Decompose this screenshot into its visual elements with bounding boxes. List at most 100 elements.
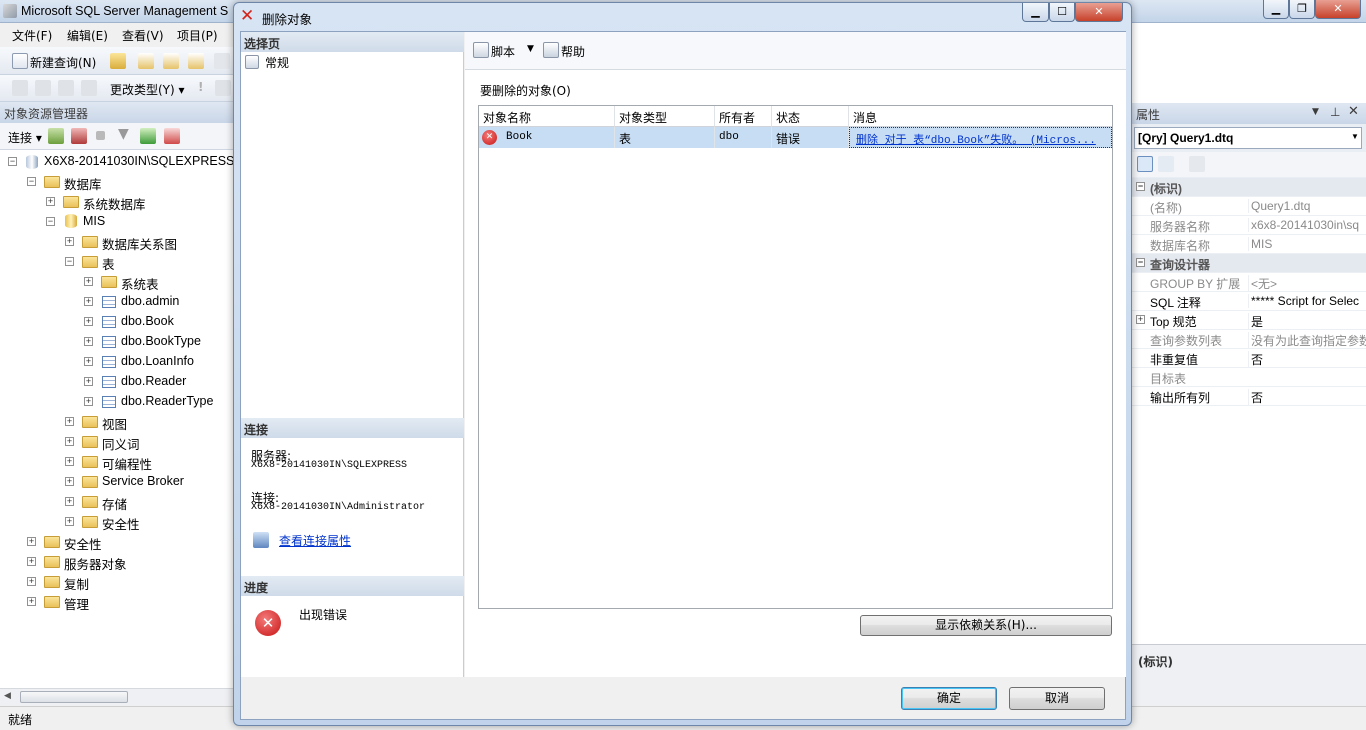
chevron-down-icon[interactable]: ▼	[1351, 132, 1359, 141]
verify-sql-icon[interactable]	[215, 80, 231, 96]
dialog-close-button[interactable]: ✕	[1075, 3, 1123, 22]
expand-icon[interactable]: +	[84, 397, 93, 406]
activity-monitor-icon[interactable]	[164, 128, 180, 144]
help-button[interactable]: 帮助	[561, 43, 585, 60]
expand-icon[interactable]: +	[84, 317, 93, 326]
close-icon[interactable]: ✕	[1348, 104, 1359, 119]
show-grid-icon[interactable]	[35, 80, 51, 96]
db-query-icon[interactable]	[138, 53, 154, 69]
script-button[interactable]: 脚本	[491, 43, 515, 60]
analysis-query-icon[interactable]	[163, 53, 179, 69]
view-connection-properties-link[interactable]: 查看连接属性	[279, 532, 351, 549]
open-file-icon[interactable]	[110, 53, 126, 69]
menu-edit[interactable]: 编辑(E)	[67, 27, 108, 44]
change-type-button[interactable]: 更改类型(Y) ▾	[110, 81, 185, 98]
collapse-icon[interactable]: −	[1136, 258, 1145, 267]
menu-view[interactable]: 查看(V)	[122, 27, 164, 44]
collapse-icon[interactable]: −	[1136, 182, 1145, 191]
property-value[interactable]: ***** Script for Selec	[1248, 294, 1366, 308]
collapse-icon[interactable]: +	[1136, 315, 1145, 324]
stop-icon[interactable]	[96, 131, 105, 140]
property-pages-icon[interactable]	[1189, 156, 1205, 172]
expand-icon[interactable]: +	[27, 557, 36, 566]
column-header-name[interactable]: 对象名称	[479, 106, 615, 127]
refresh-icon[interactable]	[140, 128, 156, 144]
cell-object-name[interactable]: ✕ Book	[479, 127, 615, 148]
property-row[interactable]: 数据库名称 MIS	[1132, 235, 1366, 254]
dialog-minimize-button[interactable]: ▁	[1022, 3, 1049, 22]
collapse-icon[interactable]: −	[65, 257, 74, 266]
script-dropdown-icon[interactable]: ▼	[527, 44, 534, 54]
connect-icon[interactable]	[48, 128, 64, 144]
collapse-icon[interactable]: −	[8, 157, 17, 166]
property-row[interactable]: + Top 规范 是	[1132, 311, 1366, 330]
xmla-query-icon[interactable]	[188, 53, 204, 69]
property-row[interactable]: GROUP BY 扩展 <无>	[1132, 273, 1366, 292]
show-diagram-icon[interactable]	[12, 80, 28, 96]
show-dependencies-button[interactable]: 显示依赖关系(H)...	[860, 615, 1112, 636]
object-explorer-hscrollbar[interactable]: ◀	[0, 688, 236, 706]
property-value[interactable]: 是	[1248, 313, 1366, 330]
scroll-left-icon[interactable]: ◀	[4, 691, 11, 701]
connect-dropdown[interactable]: 连接 ▾	[8, 129, 42, 146]
main-close-button[interactable]: ✕	[1315, 0, 1361, 19]
property-row[interactable]: SQL 注释 ***** Script for Selec	[1132, 292, 1366, 311]
property-row[interactable]: 查询参数列表 没有为此查询指定参数	[1132, 330, 1366, 349]
expand-icon[interactable]: +	[65, 237, 74, 246]
expand-icon[interactable]: +	[27, 577, 36, 586]
show-sql-icon[interactable]	[58, 80, 74, 96]
property-value[interactable]: MIS	[1248, 237, 1366, 251]
ok-button[interactable]: 确定	[901, 687, 997, 710]
filter-icon[interactable]: ▼	[118, 126, 129, 142]
pin-icon[interactable]: ⊥	[1330, 105, 1340, 119]
property-value[interactable]: 否	[1248, 389, 1366, 406]
show-results-icon[interactable]	[81, 80, 97, 96]
expand-icon[interactable]: +	[27, 597, 36, 606]
scroll-thumb[interactable]	[20, 691, 128, 703]
expand-icon[interactable]: +	[84, 297, 93, 306]
expand-icon[interactable]: +	[65, 417, 74, 426]
alphabetical-icon[interactable]	[1158, 156, 1174, 172]
property-row[interactable]: 目标表	[1132, 368, 1366, 387]
cell-message[interactable]: 删除 对于 表“dbo.Book”失败。 (Micros...	[849, 127, 1112, 148]
cancel-button[interactable]: 取消	[1009, 687, 1105, 710]
expand-icon[interactable]: +	[84, 377, 93, 386]
doc-icon[interactable]	[214, 53, 230, 69]
main-restore-button[interactable]: ❐	[1289, 0, 1315, 19]
expand-icon[interactable]: +	[46, 197, 55, 206]
property-category[interactable]: − (标识)	[1132, 178, 1366, 197]
disconnect-icon[interactable]	[71, 128, 87, 144]
expand-icon[interactable]: +	[65, 457, 74, 466]
categorized-icon[interactable]	[1137, 156, 1153, 172]
property-category[interactable]: − 查询设计器	[1132, 254, 1366, 273]
column-header-type[interactable]: 对象类型	[615, 106, 715, 127]
properties-object-select[interactable]: [Qry] Query1.dtq ▼	[1134, 127, 1362, 149]
menu-file[interactable]: 文件(F)	[12, 27, 52, 44]
cell-object-type[interactable]: 表	[615, 127, 715, 148]
expand-icon[interactable]: +	[84, 277, 93, 286]
expand-icon[interactable]: +	[65, 497, 74, 506]
property-value[interactable]: 没有为此查询指定参数	[1248, 332, 1366, 349]
collapse-icon[interactable]: −	[27, 177, 36, 186]
collapse-icon[interactable]: −	[46, 217, 55, 226]
column-header-message[interactable]: 消息	[849, 106, 1112, 127]
expand-icon[interactable]: +	[84, 337, 93, 346]
cell-status[interactable]: 错误	[772, 127, 849, 148]
expand-icon[interactable]: +	[27, 537, 36, 546]
execute-icon[interactable]: !	[198, 80, 203, 94]
new-query-button[interactable]: 新建查询(N)	[30, 54, 96, 71]
expand-icon[interactable]: +	[65, 517, 74, 526]
dialog-maximize-button[interactable]: ☐	[1049, 3, 1075, 22]
column-header-owner[interactable]: 所有者	[715, 106, 772, 127]
dropdown-icon[interactable]: ▼	[1312, 107, 1319, 117]
column-header-status[interactable]: 状态	[772, 106, 849, 127]
property-row[interactable]: 非重复值 否	[1132, 349, 1366, 368]
expand-icon[interactable]: +	[65, 477, 74, 486]
message-link[interactable]: 删除 对于 表“dbo.Book”失败。 (Micros...	[856, 135, 1096, 147]
property-value[interactable]: <无>	[1248, 275, 1366, 292]
main-minimize-button[interactable]: ▁	[1263, 0, 1289, 19]
expand-icon[interactable]: +	[84, 357, 93, 366]
expand-icon[interactable]: +	[65, 437, 74, 446]
property-row[interactable]: (名称) Query1.dtq	[1132, 197, 1366, 216]
property-value[interactable]: 否	[1248, 351, 1366, 368]
